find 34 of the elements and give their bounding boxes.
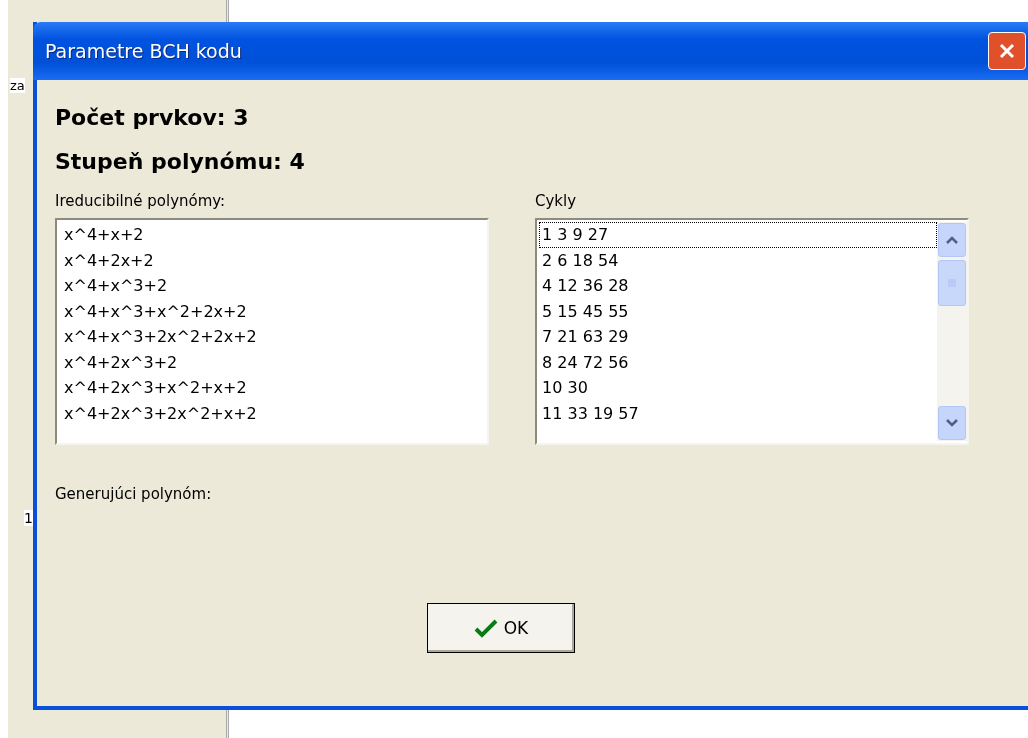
list-item[interactable]: 10 30 [539,375,937,401]
window-title: Parametre BCH kodu [45,40,242,62]
scrollbar[interactable] [937,222,967,441]
list-item[interactable]: x^4+2x^3+2 [61,349,483,375]
scroll-up-button[interactable] [938,223,966,257]
list-item[interactable]: 1 3 9 27 [539,222,937,248]
list-item[interactable]: 8 24 72 56 [539,349,937,375]
scroll-down-button[interactable] [938,406,966,440]
list-item[interactable]: 2 6 18 54 [539,247,937,273]
cycle-list[interactable]: 1 3 9 27 2 6 18 54 4 12 36 28 5 15 45 55 7 21 63 29 8 24 72 56 10 30 11 33 19 57 [535,218,969,445]
list-item[interactable]: x^4+x+2 [61,222,483,248]
list-item[interactable]: 11 33 19 57 [539,400,937,426]
summary-text: Počet prvkov: 3 [55,104,250,132]
list-item[interactable]: 5 15 45 55 [539,298,937,324]
ok-button[interactable]: OK [427,603,575,653]
background-text: 1 [24,510,33,526]
generator-label: Generujúci polynóm: [55,485,213,503]
close-button[interactable] [988,32,1026,70]
scroll-thumb[interactable] [938,260,966,306]
list-item[interactable]: 4 12 36 28 [539,273,937,299]
list-label: Ireducibilné polynómy: [55,192,227,210]
list-item[interactable]: x^4+x^3+2 [61,273,483,299]
background-text: za [10,78,25,93]
close-icon [998,42,1016,60]
list-item[interactable]: x^4+2x+2 [61,247,483,273]
list-item[interactable]: x^4+2x^3+2x^2+x+2 [61,400,483,426]
list-item[interactable]: 7 21 63 29 [539,324,937,350]
checkmark-icon [473,618,498,638]
list-item[interactable]: x^4+2x^3+x^2+x+2 [61,375,483,401]
summary-text: Stupeň polynómu: 4 [55,148,306,176]
polynomial-list[interactable]: x^4+x+2 x^4+2x+2 x^4+x^3+2 x^4+x^3+x^2+2x+2 x^4+x^3+2x^2+2x+2 x^4+2x^3+2 x^4+2x^3+x^2+x+2 x^4+2x^3+2x^2+x+2 [55,218,489,445]
list-label: Cykly [535,192,578,210]
list-item[interactable]: x^4+x^3+x^2+2x+2 [61,298,483,324]
list-item[interactable]: x^4+x^3+2x^2+2x+2 [61,324,483,350]
